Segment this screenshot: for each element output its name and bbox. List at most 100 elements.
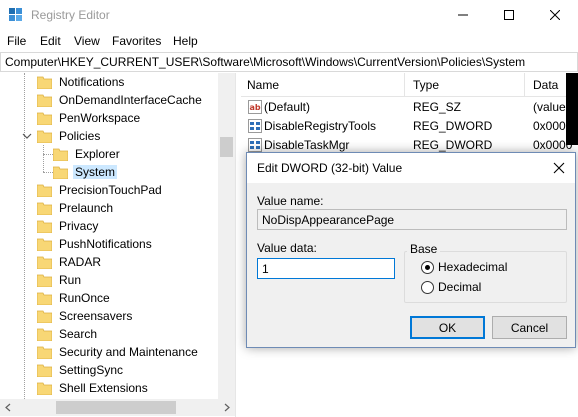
binary-value-icon [248, 119, 262, 133]
menu-edit[interactable]: Edit [40, 34, 61, 48]
tree-item-pushnotifications[interactable]: PushNotifications [37, 235, 154, 253]
folder-icon [37, 94, 52, 107]
dialog-title-bar: Edit DWORD (32-bit) Value [247, 153, 575, 183]
value-type: REG_SZ [413, 100, 462, 114]
hexadecimal-label[interactable]: Hexadecimal [438, 260, 507, 274]
chevron-down-icon[interactable] [22, 131, 32, 141]
tree-item-label: Run [59, 273, 82, 287]
base-group [404, 251, 567, 303]
tree-item-run[interactable]: Run [37, 271, 83, 289]
column-header-data[interactable]: Data [533, 78, 558, 92]
maximize-button[interactable] [486, 0, 532, 30]
scrollbar-thumb[interactable] [56, 401, 176, 414]
screen-edge-background [566, 73, 578, 145]
address-path: Computer\HKEY_CURRENT_USER\Software\Micr… [5, 55, 526, 69]
folder-icon [37, 328, 52, 341]
tree-item-shell-extensions[interactable]: Shell Extensions [37, 379, 150, 397]
address-bar[interactable]: Computer\HKEY_CURRENT_USER\Software\Micr… [0, 52, 578, 72]
tree-item-label: PushNotifications [59, 237, 152, 251]
tree-item-system[interactable]: System [53, 163, 118, 181]
folder-icon [53, 148, 68, 161]
binary-value-icon [248, 138, 262, 152]
key-tree: Notifications OnDemandInterfaceCache Pen… [0, 73, 235, 399]
list-row[interactable]: DisableRegistryTools REG_DWORD 0x0000 [241, 117, 578, 136]
scrollbar-thumb[interactable] [220, 137, 233, 157]
tree-horizontal-scrollbar[interactable] [0, 399, 235, 416]
base-group-label: Base [407, 242, 441, 256]
tree-guide-line [43, 145, 44, 172]
tree-item-label: Privacy [59, 219, 99, 233]
cancel-button[interactable]: Cancel [492, 316, 567, 339]
value-name-field[interactable]: NoDispAppearancePage [257, 209, 567, 230]
folder-icon [37, 76, 52, 89]
chevron-left-icon[interactable] [0, 399, 17, 416]
tree-item-notifications[interactable]: Notifications [37, 73, 126, 91]
column-header-name[interactable]: Name [247, 78, 279, 92]
folder-open-icon [53, 166, 68, 179]
tree-item-radar[interactable]: RADAR [37, 253, 103, 271]
list-header: Name Type Data [241, 73, 578, 97]
tree-item-label: PrecisionTouchPad [59, 183, 162, 197]
edit-dword-dialog: Edit DWORD (32-bit) Value Value name: No… [246, 152, 576, 348]
tree-vertical-scrollbar[interactable] [218, 73, 235, 399]
value-type: REG_DWORD [413, 119, 493, 133]
column-header-type[interactable]: Type [413, 78, 439, 92]
folder-icon [37, 184, 52, 197]
folder-icon [37, 202, 52, 215]
folder-icon [37, 310, 52, 323]
tree-item-security-and-maintenance[interactable]: Security and Maintenance [37, 343, 200, 361]
tree-item-screensavers[interactable]: Screensavers [37, 307, 134, 325]
tree-item-prelaunch[interactable]: Prelaunch [37, 199, 115, 217]
tree-item-search[interactable]: Search [37, 325, 99, 343]
string-value-icon: ab [248, 100, 262, 114]
column-separator[interactable] [404, 73, 405, 97]
tree-item-settingsync[interactable]: SettingSync [37, 361, 125, 379]
ok-button[interactable]: OK [410, 316, 485, 339]
folder-icon [37, 274, 52, 287]
tree-item-label: Shell Extensions [59, 381, 148, 395]
menu-bar: File Edit View Favorites Help [0, 30, 578, 52]
value-type: REG_DWORD [413, 138, 493, 152]
tree-item-label: Prelaunch [59, 201, 114, 215]
tree-item-privacy[interactable]: Privacy [37, 217, 100, 235]
decimal-radio[interactable] [421, 281, 434, 294]
value-name-label: Value name: [257, 194, 324, 208]
tree-item-label: Explorer [75, 147, 120, 161]
folder-icon [37, 382, 52, 395]
folder-icon [37, 364, 52, 377]
value-data: (value [533, 100, 566, 114]
svg-text:ab: ab [250, 103, 261, 112]
tree-item-label: Search [59, 327, 98, 341]
dialog-close-icon[interactable] [551, 160, 567, 176]
tree-item-label: Screensavers [59, 309, 133, 323]
menu-favorites[interactable]: Favorites [112, 34, 161, 48]
minimize-icon [458, 14, 468, 16]
chevron-right-icon[interactable] [218, 399, 235, 416]
menu-view[interactable]: View [74, 34, 100, 48]
tree-item-explorer[interactable]: Explorer [53, 145, 122, 163]
list-row[interactable]: ab (Default) REG_SZ (value [241, 98, 578, 117]
folder-icon [37, 292, 52, 305]
tree-item-ondemandinterfacecache[interactable]: OnDemandInterfaceCache [37, 91, 204, 109]
tree-guide-line [24, 73, 25, 399]
minimize-button[interactable] [440, 0, 486, 30]
hexadecimal-radio[interactable] [421, 261, 434, 274]
close-button[interactable] [532, 0, 578, 30]
folder-icon [37, 256, 52, 269]
column-separator[interactable] [524, 73, 525, 97]
tree-item-label: RADAR [59, 255, 102, 269]
tree-item-policies[interactable]: Policies [22, 127, 102, 145]
tree-item-precisiontouchpad[interactable]: PrecisionTouchPad [37, 181, 164, 199]
dialog-title: Edit DWORD (32-bit) Value [257, 161, 403, 175]
menu-help[interactable]: Help [173, 34, 198, 48]
folder-icon [37, 346, 52, 359]
value-name: (Default) [264, 100, 311, 114]
menu-file[interactable]: File [7, 34, 26, 48]
value-data-input[interactable]: 1 [257, 258, 395, 279]
decimal-label[interactable]: Decimal [438, 280, 481, 294]
title-bar: Registry Editor [0, 0, 578, 30]
tree-item-label: Policies [59, 129, 101, 143]
folder-icon [37, 220, 52, 233]
tree-item-penworkspace[interactable]: PenWorkspace [37, 109, 142, 127]
tree-item-runonce[interactable]: RunOnce [37, 289, 112, 307]
